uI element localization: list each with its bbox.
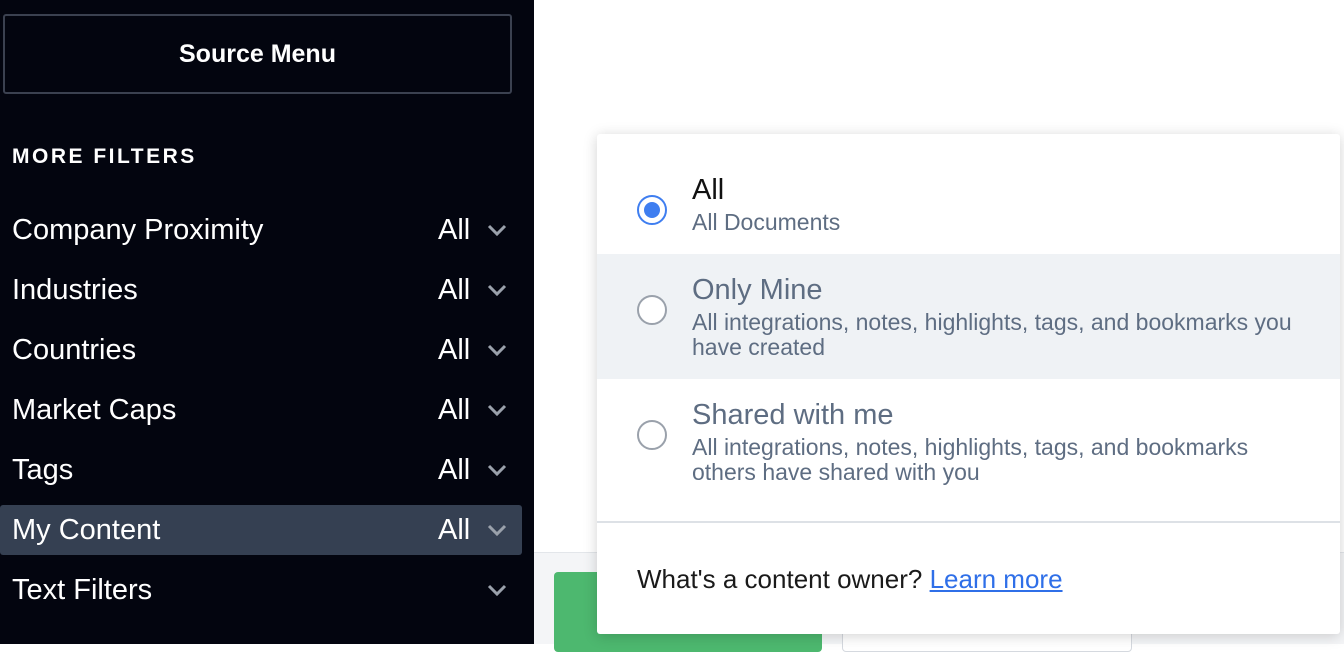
divider — [597, 521, 1340, 523]
chevron-down-icon — [487, 584, 507, 597]
option-shared-with-me[interactable]: Shared with me All integrations, notes, … — [597, 379, 1340, 519]
chevron-down-icon — [487, 404, 507, 417]
filter-tags[interactable]: Tags All — [0, 445, 522, 495]
filter-value: All — [438, 333, 471, 366]
content-owner-dropdown: All All Documents Only Mine All integrat… — [597, 134, 1340, 634]
filter-value: All — [438, 513, 471, 546]
option-all[interactable]: All All Documents — [597, 134, 1340, 254]
filter-countries[interactable]: Countries All — [0, 325, 522, 375]
option-description: All integrations, notes, highlights, tag… — [692, 434, 1249, 485]
chevron-down-icon — [487, 224, 507, 237]
option-description: All Documents — [692, 209, 841, 235]
radio-button[interactable] — [637, 295, 667, 325]
radio-button[interactable] — [637, 420, 667, 450]
option-title: Shared with me — [692, 399, 894, 431]
filter-company-proximity[interactable]: Company Proximity All — [0, 205, 522, 255]
filter-sidebar: Source Menu MORE FILTERS Company Proximi… — [0, 0, 534, 644]
chevron-down-icon — [487, 524, 507, 537]
option-title: All — [692, 174, 725, 206]
source-menu-button[interactable]: Source Menu — [3, 14, 512, 94]
option-description: All integrations, notes, highlights, tag… — [692, 309, 1292, 360]
chevron-down-icon — [487, 464, 507, 477]
filter-value: All — [438, 273, 471, 306]
learn-more-link[interactable]: Learn more — [930, 564, 1063, 594]
filter-value: All — [438, 453, 471, 486]
chevron-down-icon — [487, 284, 507, 297]
filter-label: Text Filters — [12, 573, 153, 606]
filter-my-content[interactable]: My Content All — [0, 505, 522, 555]
radio-button-checked[interactable] — [637, 195, 667, 225]
content-owner-help: What's a content owner? Learn more — [637, 564, 1063, 595]
help-question: What's a content owner? — [637, 564, 923, 594]
filter-text-filters[interactable]: Text Filters — [0, 565, 522, 615]
option-only-mine[interactable]: Only Mine All integrations, notes, highl… — [597, 254, 1340, 379]
more-filters-heading: MORE FILTERS — [12, 145, 197, 168]
chevron-down-icon — [487, 344, 507, 357]
filter-market-caps[interactable]: Market Caps All — [0, 385, 522, 435]
filter-value: All — [438, 393, 471, 426]
option-title: Only Mine — [692, 274, 823, 306]
filter-value: All — [438, 213, 471, 246]
filter-industries[interactable]: Industries All — [0, 265, 522, 315]
